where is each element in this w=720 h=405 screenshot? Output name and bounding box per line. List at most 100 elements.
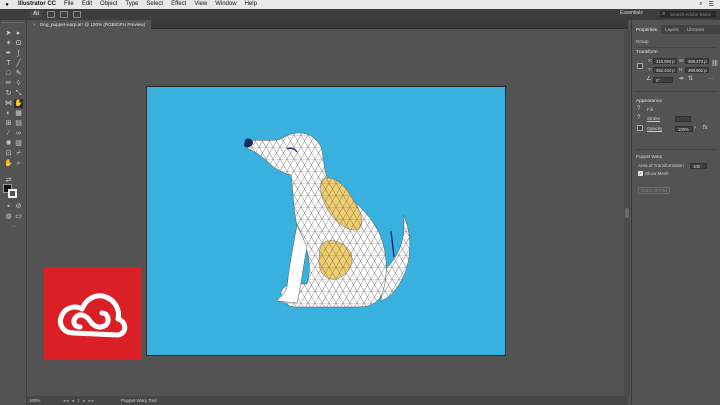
reference-point-icon[interactable]	[637, 63, 643, 69]
screen-mode-icon[interactable]: ▭	[14, 212, 23, 221]
angle-field[interactable]: 0°	[653, 77, 673, 83]
dog-artwork[interactable]	[147, 87, 505, 355]
drawing-mode-icon[interactable]: ◍	[4, 212, 13, 221]
menu-help[interactable]: Help	[241, 0, 261, 9]
shape-builder-tool-icon[interactable]: ◐	[4, 109, 13, 118]
blend-tool-icon[interactable]: ∞	[14, 129, 23, 138]
tools-panel: ➤ ▸ ✶ ʘ ✒ ∫ T ╱ □ ✎ ✏ ◊ ↻ ⤡ ⋈ ✋ ◐ ▦ ⊞ ▤ …	[0, 20, 27, 405]
properties-panel: Properties Layers Libraries Group Transf…	[631, 20, 720, 405]
width-tool-icon[interactable]: ⋈	[4, 99, 13, 108]
fill-label: Fill	[647, 107, 653, 112]
scale-tool-icon[interactable]: ⤡	[14, 89, 23, 98]
apple-icon[interactable]: ●	[0, 2, 14, 8]
hand-tool-icon[interactable]: ✋	[4, 159, 13, 168]
pencil-tool-icon[interactable]: ✏	[4, 79, 13, 88]
gradient-tool-icon[interactable]: ▤	[14, 119, 23, 128]
flip-horizontal-icon[interactable]: ⇹	[679, 76, 684, 83]
stock-search-input[interactable]: ⌕ Search Adobe Stock	[660, 11, 716, 18]
divider	[636, 149, 717, 150]
stock-search-placeholder: Search Adobe Stock	[670, 12, 711, 17]
notification-list-icon[interactable]: ☰	[709, 1, 714, 8]
stroke-color-swatch[interactable]	[8, 189, 17, 198]
menu-type[interactable]: Type	[121, 0, 142, 9]
rectangle-tool-icon[interactable]: □	[4, 69, 13, 78]
show-mesh-checkbox[interactable]: ✓	[638, 171, 643, 176]
slice-tool-icon[interactable]: ⌿	[14, 149, 23, 158]
symbol-sprayer-tool-icon[interactable]: ✺	[4, 139, 13, 148]
document-tab[interactable]: × Dog_puppet-warp.ai* @ 100% (RGB/GPU Pr…	[27, 20, 152, 29]
dog-leg-line	[390, 230, 395, 258]
w-field[interactable]: 489.273 p	[685, 58, 709, 64]
rotate-angle-icon: ∠	[646, 76, 652, 82]
h-field[interactable]: 468.902 p	[685, 67, 709, 73]
flip-vertical-icon[interactable]: ⇅	[688, 76, 693, 83]
menu-select[interactable]: Select	[142, 0, 167, 9]
document-tab-title: Dog_puppet-warp.ai* @ 100% (RGB/GPU Prev…	[39, 22, 146, 27]
menu-effect[interactable]: Effect	[167, 0, 190, 9]
stroke-swatch-icon[interactable]: ?	[637, 115, 640, 122]
edit-toolbar-icon[interactable]: ···	[9, 222, 18, 231]
constrain-proportions-icon[interactable]: ⛓	[711, 61, 719, 68]
paintbrush-tool-icon[interactable]: ✎	[14, 69, 23, 78]
brush-options-icon[interactable]	[73, 11, 81, 18]
fill-swatch-icon[interactable]: ?	[637, 106, 640, 113]
add-effect-icon[interactable]: fx	[703, 125, 708, 132]
stroke-weight-field[interactable]	[675, 116, 691, 122]
type-tool-icon[interactable]: T	[4, 59, 13, 68]
y-field[interactable]: 362.404 p	[653, 67, 677, 73]
more-options-icon[interactable]: ···	[708, 76, 714, 83]
scroll-thumb[interactable]	[625, 208, 629, 218]
perspective-grid-tool-icon[interactable]: ▦	[14, 109, 23, 118]
pen-tool-icon[interactable]: ✒	[4, 49, 13, 58]
panel-grip[interactable]	[2, 22, 24, 25]
mesh-tool-icon[interactable]: ⊞	[4, 119, 13, 128]
view-options-icon[interactable]	[60, 11, 68, 18]
rotate-tool-icon[interactable]: ↻	[4, 89, 13, 98]
color-mode-icon[interactable]: ▪	[4, 202, 13, 211]
artboard[interactable]	[146, 86, 506, 356]
zoom-tool-icon[interactable]: ⌕	[14, 159, 23, 168]
lasso-tool-icon[interactable]: ʘ	[14, 39, 23, 48]
direct-selection-tool-icon[interactable]: ▸	[14, 29, 23, 38]
workspace-switcher[interactable]: Essentials	[620, 10, 643, 16]
eraser-tool-icon[interactable]: ◊	[14, 79, 23, 88]
tab-properties[interactable]: Properties	[632, 25, 661, 34]
graph-tool-icon[interactable]: ▥	[14, 139, 23, 148]
arrange-documents-icon[interactable]	[47, 11, 55, 18]
zoom-level[interactable]: 100%	[29, 396, 41, 405]
spotlight-search-icon[interactable]: ⌕	[699, 1, 702, 8]
opacity-field[interactable]: 100%	[675, 126, 693, 132]
menu-object[interactable]: Object	[96, 0, 121, 9]
vertical-scrollbar[interactable]	[624, 30, 630, 396]
artboard-navigation[interactable]: ◂◂ ◂ 1 ▸ ▸▸	[63, 396, 95, 405]
selection-tool-icon[interactable]: ➤	[4, 29, 13, 38]
puppet-warp-tool-icon[interactable]: ✋	[14, 99, 23, 108]
creative-cloud-logo	[44, 267, 142, 360]
curvature-tool-icon[interactable]: ∫	[14, 49, 23, 58]
x-field[interactable]: 216.093 p	[653, 58, 677, 64]
menu-app-name[interactable]: Illustrator CC	[14, 0, 60, 9]
close-tab-icon[interactable]: ×	[33, 22, 36, 27]
menu-edit[interactable]: Edit	[78, 0, 96, 9]
area-of-transformation-field[interactable]: 100	[690, 163, 707, 169]
show-mesh-label: Show Mesh	[645, 171, 669, 176]
opacity-dropdown-icon[interactable]: ›	[694, 125, 696, 132]
opacity-icon	[637, 125, 643, 131]
menu-file[interactable]: File	[60, 0, 78, 9]
stroke-label[interactable]: Stroke	[647, 116, 660, 121]
x-label: X:	[648, 58, 653, 63]
search-icon: ⌕	[662, 11, 666, 17]
menu-window[interactable]: Window	[211, 0, 240, 9]
line-tool-icon[interactable]: ╱	[14, 59, 23, 68]
menu-view[interactable]: View	[190, 0, 211, 9]
opacity-label[interactable]: Opacity	[647, 126, 662, 131]
artboard-tool-icon[interactable]: ⊡	[4, 149, 13, 158]
tab-libraries[interactable]: Libraries	[683, 25, 709, 34]
magic-wand-tool-icon[interactable]: ✶	[4, 39, 13, 48]
none-color-icon[interactable]: ⊘	[14, 202, 23, 211]
eyedropper-tool-icon[interactable]: ⁄	[4, 129, 13, 138]
h-label: H:	[679, 67, 684, 72]
tab-layers[interactable]: Layers	[661, 25, 683, 34]
select-all-pins-button[interactable]: Select All Pins	[638, 187, 670, 194]
divider	[636, 47, 717, 48]
